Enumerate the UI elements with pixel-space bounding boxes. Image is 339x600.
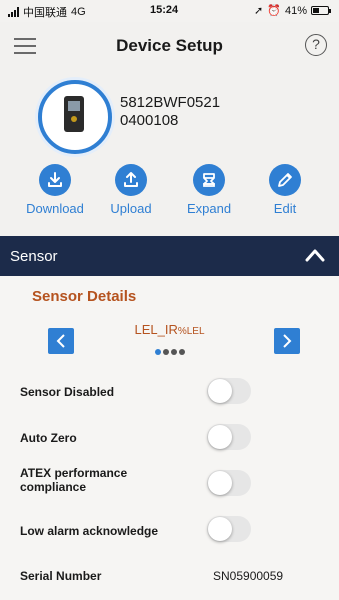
page-dot (154, 349, 161, 355)
setting-row-auto-zero: Auto Zero (0, 418, 339, 458)
upload-icon (115, 164, 147, 196)
serial-number-label: Serial Number (20, 569, 102, 583)
setting-row-low-alarm: Low alarm acknowledge (0, 510, 339, 550)
toggle-knob (208, 379, 232, 403)
sensor-unit: %LEL (177, 326, 205, 337)
sensor-name-value: LEL_IR (134, 322, 178, 337)
alarm-icon: ⏰ (267, 5, 281, 17)
page-dot (162, 349, 169, 355)
serial-number-row: Serial Number SN05900059 (0, 556, 339, 596)
network-label: 4G (71, 6, 86, 18)
auto-zero-toggle[interactable] (207, 424, 251, 450)
carrier-label: 中国联通 (23, 7, 67, 19)
download-button[interactable]: Download (20, 164, 90, 216)
sensor-details-title: Sensor Details (32, 288, 137, 305)
pencil-icon (269, 164, 301, 196)
action-bar: Download Upload Expand Edit (0, 164, 339, 228)
upload-label: Upload (110, 201, 152, 216)
next-sensor-button[interactable] (274, 328, 300, 354)
battery-percent: 41% (284, 4, 307, 17)
status-right: ➚ ⏰ 41% (254, 4, 331, 17)
download-icon (39, 164, 71, 196)
expand-button[interactable]: Expand (174, 164, 244, 216)
expand-icon (193, 164, 225, 196)
setting-label: Auto Zero (20, 431, 77, 445)
device-card: 5812BWF0521 0400108 (0, 78, 339, 158)
toggle-knob (208, 425, 232, 449)
upload-button[interactable]: Upload (96, 164, 166, 216)
chevron-up-icon[interactable] (305, 248, 325, 267)
help-icon[interactable]: ? (305, 34, 327, 56)
sensor-panel: Sensor Details LEL_IR%LEL Sensor Disable… (0, 276, 339, 600)
app-header: Device Setup ? (0, 22, 339, 70)
location-icon: ➚ (254, 5, 264, 17)
toggle-knob (208, 517, 232, 541)
setting-row-sensor-disabled: Sensor Disabled (0, 372, 339, 412)
toggle-knob (208, 471, 232, 495)
expand-label: Expand (186, 201, 232, 216)
serial-number-value: SN05900059 (213, 569, 284, 583)
atex-compliance-toggle[interactable] (207, 470, 251, 496)
status-bar: 中国联通 4G 15:24 ➚ ⏰ 41% (0, 0, 339, 22)
gas-detector-button (71, 116, 77, 122)
setting-row-atex: ATEX performance compliance (0, 462, 339, 506)
status-left: 中国联通 4G (8, 4, 86, 20)
page-title: Device Setup (116, 36, 223, 55)
battery-icon (311, 6, 331, 15)
page-dot (178, 349, 185, 355)
device-id-line2: 0400108 (120, 112, 179, 129)
setting-label: Low alarm acknowledge (20, 524, 159, 538)
edit-button[interactable]: Edit (250, 164, 320, 216)
device-id-line1: 5812BWF0521 (120, 94, 221, 111)
setting-label: ATEX performance compliance (20, 466, 128, 494)
setting-label: Sensor Disabled (20, 385, 115, 399)
device-avatar (38, 80, 112, 154)
download-label: Download (26, 201, 84, 216)
signal-icon (8, 7, 19, 17)
edit-label: Edit (273, 201, 297, 216)
chevron-right-icon (283, 334, 292, 348)
battery-fill (313, 8, 319, 13)
gas-detector-screen (68, 101, 80, 111)
section-label: Sensor (10, 248, 58, 265)
page-dot (170, 349, 177, 355)
sensor-section-header[interactable]: Sensor (0, 236, 339, 276)
device-serial: 5812BWF0521 0400108 (120, 94, 280, 130)
sensor-disabled-toggle[interactable] (207, 378, 251, 404)
low-alarm-acknowledge-toggle[interactable] (207, 516, 251, 542)
status-time: 15:24 (150, 4, 179, 16)
